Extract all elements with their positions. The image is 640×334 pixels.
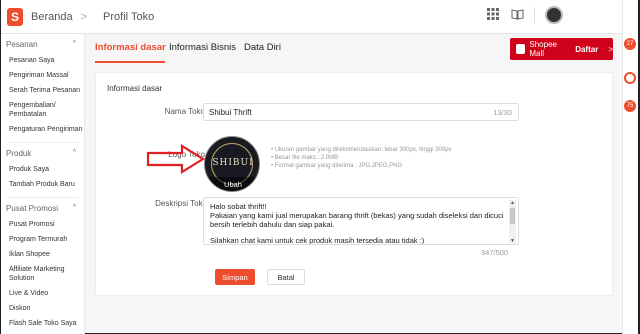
hint-size: • Ukuran gambar yang direkomendasikan: l…	[271, 147, 452, 153]
user-name[interactable]	[573, 11, 613, 19]
scroll-down-icon[interactable]: ▼	[509, 238, 516, 244]
sidebar-item-pengembalian[interactable]: Pengembalian/ Pembatalan	[1, 98, 84, 122]
section-title: Produk	[6, 149, 32, 158]
scroll-up-icon[interactable]: ▲	[509, 200, 516, 206]
sidebar-item-diskon[interactable]: Diskon	[1, 301, 84, 316]
user-avatar[interactable]	[545, 6, 563, 24]
sidebar-item-live-video[interactable]: Live & Video	[1, 286, 84, 301]
chevron-up-icon: ^	[72, 40, 76, 47]
chevron-right-icon: >	[608, 44, 613, 54]
description-line: Halo sobat thrift!!	[210, 202, 267, 211]
cancel-button[interactable]: Batal	[267, 269, 305, 285]
shopee-logo-icon[interactable]: S	[7, 7, 23, 26]
top-bar: S Beranda > Profil Toko	[1, 0, 623, 34]
app-window: S Beranda > Profil Toko 27 75 Pesanan ^ P…	[0, 0, 640, 334]
top-icons	[486, 6, 613, 24]
chat-icon[interactable]	[624, 72, 636, 84]
notification-badge[interactable]: 27	[624, 38, 636, 50]
sidebar-item-pusat-promosi[interactable]: Pusat Promosi	[1, 217, 84, 232]
sidebar-item-pengaturan-pengiriman[interactable]: Pengaturan Pengiriman	[1, 122, 84, 137]
section-title: Informasi dasar	[107, 84, 163, 93]
shop-name-label: Nama Toko	[164, 107, 205, 116]
sidebar-item-flash-sale[interactable]: Flash Sale Toko Saya	[1, 316, 84, 331]
change-logo-button[interactable]: Ubah	[205, 177, 259, 191]
description-line: Silahkan chat kami untuk cek produk masi…	[210, 235, 425, 245]
logo-wordmark: SHIBUI	[212, 158, 254, 168]
mall-brand: Shopee Mall	[529, 40, 557, 58]
sidebar-section-pusat-promosi[interactable]: Pusat Promosi ^	[1, 198, 84, 217]
save-button[interactable]: Simpan	[215, 269, 255, 285]
tab-informasi-bisnis[interactable]: Informasi Bisnis	[169, 42, 236, 53]
sidebar-item-program-termurah[interactable]: Program Termurah	[1, 232, 84, 247]
mall-action: Daftar	[575, 44, 599, 54]
shop-name-input[interactable]: Shibui Thrift 13/30	[203, 103, 519, 121]
hint-filesize: • Besar file maks.: 2.0MB	[271, 155, 339, 161]
sidebar-item-produk-saya[interactable]: Produk Saya	[1, 162, 84, 177]
breadcrumb-current: Profil Toko	[103, 10, 155, 23]
sidebar-item-affiliate[interactable]: Affiliate Marketing Solution	[1, 262, 84, 286]
sidebar-item-iklan-shopee[interactable]: Iklan Shopee	[1, 247, 84, 262]
sidebar-item-serah-terima[interactable]: Serah Terima Pesanan	[1, 83, 84, 98]
logo-hints: • Ukuran gambar yang direkomendasikan: l…	[271, 146, 452, 170]
shop-logo-image[interactable]: SHIBUI Ubah	[204, 136, 260, 192]
description-line: Pakaian yang kami jual merupakan barang …	[210, 211, 504, 230]
chevron-up-icon: ^	[72, 204, 76, 211]
message-badge[interactable]: 75	[624, 100, 636, 112]
tab-data-diri[interactable]: Data Diri	[244, 42, 281, 53]
shopping-bag-icon	[516, 44, 526, 54]
char-counter: 13/30	[493, 108, 512, 117]
description-textarea[interactable]: Halo sobat thrift!! Pakaian yang kami ju…	[203, 197, 519, 245]
shopee-mall-register-button[interactable]: Shopee Mall Daftar >	[510, 38, 613, 60]
section-title: Pesanan	[6, 40, 38, 49]
sidebar-section-produk[interactable]: Produk ^	[1, 143, 84, 162]
section-title: Pusat Promosi	[6, 204, 59, 213]
apps-grid-icon[interactable]	[486, 8, 500, 22]
sidebar-section-pesanan[interactable]: Pesanan ^	[1, 34, 84, 53]
sidebar: Pesanan ^ Pesanan Saya Pengiriman Massal …	[1, 34, 85, 334]
tab-informasi-dasar[interactable]: Informasi dasar	[95, 42, 166, 53]
annotation-arrow-icon	[146, 144, 206, 174]
breadcrumb-separator: >	[80, 10, 88, 23]
shop-name-value: Shibui Thrift	[209, 108, 252, 117]
textarea-scrollbar[interactable]: ▲ ▼	[509, 200, 516, 244]
book-icon[interactable]	[510, 8, 524, 22]
divider	[534, 7, 535, 23]
sidebar-item-tambah-produk[interactable]: Tambah Produk Baru	[1, 177, 84, 192]
chevron-up-icon: ^	[72, 149, 76, 156]
breadcrumb-home[interactable]: Beranda	[31, 11, 73, 23]
scrollbar-thumb[interactable]	[510, 208, 515, 224]
hint-format: • Format gambar yang diterima : JPG,JPEG…	[271, 163, 403, 169]
description-counter: 347/500	[481, 248, 509, 257]
active-tab-indicator	[95, 61, 165, 63]
description-label: Deskripsi Toko	[155, 199, 207, 208]
sidebar-item-pengiriman-massal[interactable]: Pengiriman Massal	[1, 68, 84, 83]
sidebar-item-pesanan-saya[interactable]: Pesanan Saya	[1, 53, 84, 68]
